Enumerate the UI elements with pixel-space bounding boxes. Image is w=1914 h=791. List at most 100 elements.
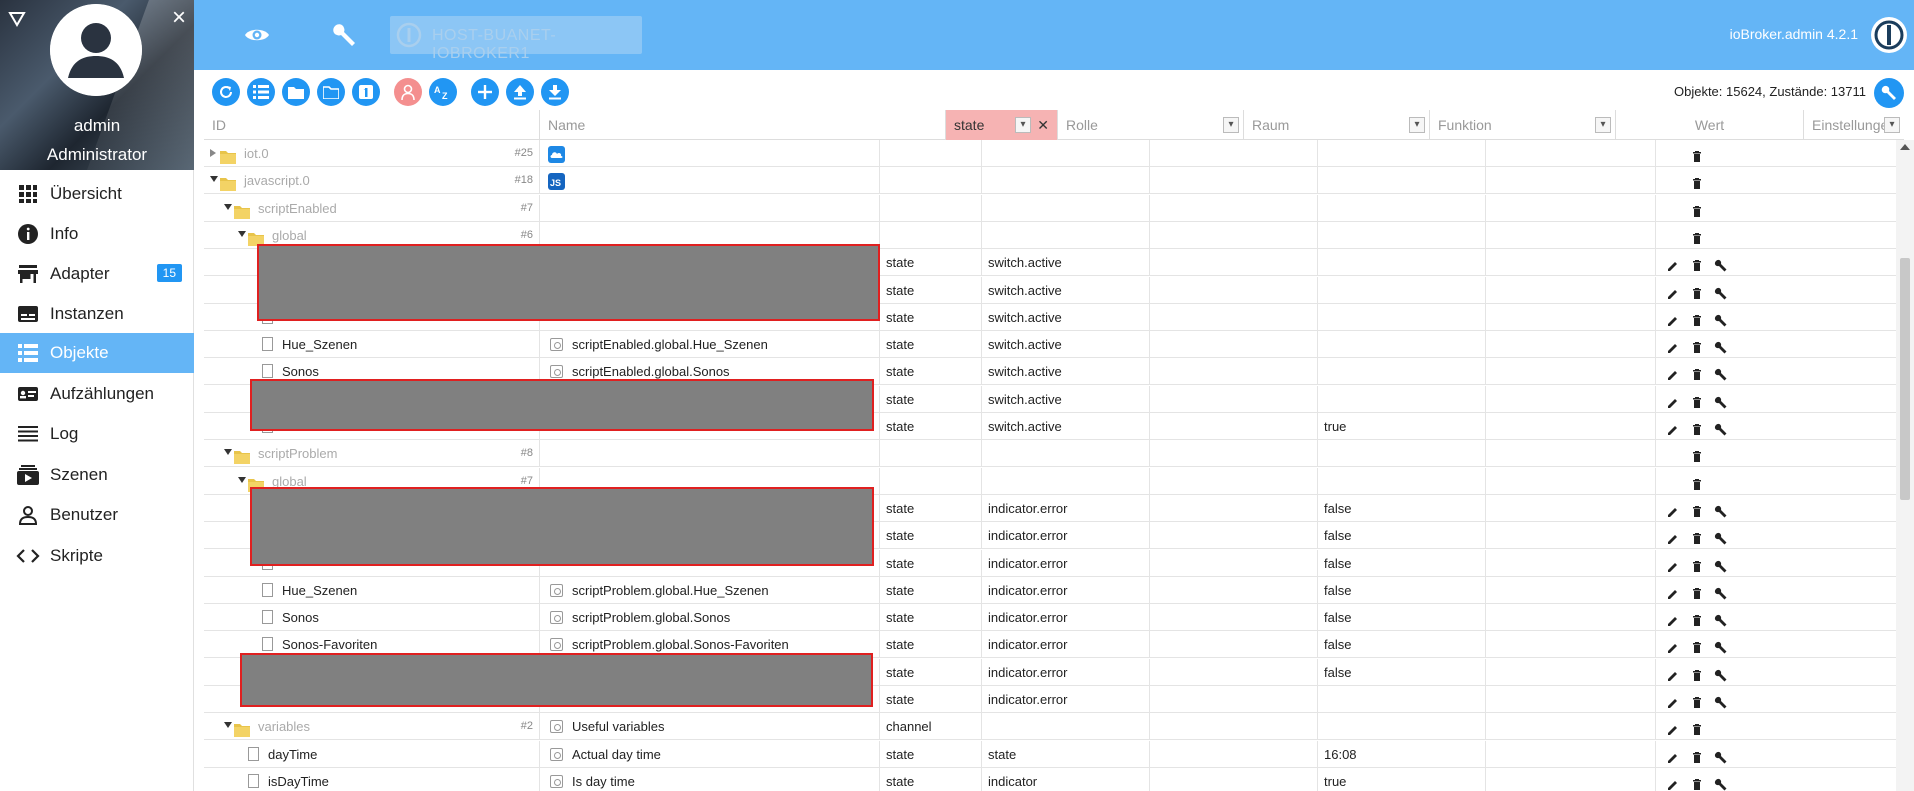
wrench-icon[interactable] (329, 20, 359, 50)
collapse-all-button[interactable] (282, 78, 310, 106)
host-selector[interactable]: HOST-BUANET-IOBROKER1 (390, 16, 642, 62)
wrench-icon[interactable] (1714, 637, 1728, 654)
edit-icon[interactable] (1666, 310, 1680, 326)
edit-icon[interactable] (1666, 501, 1680, 517)
delete-icon[interactable] (1690, 201, 1704, 217)
state-row[interactable]: dayTime Actual day time state state 16:08 (204, 740, 1896, 768)
wrench-icon[interactable] (1714, 392, 1728, 409)
nav-item-info[interactable]: Info (0, 214, 194, 254)
edit-icon[interactable] (1666, 583, 1680, 599)
delete-icon[interactable] (1690, 556, 1704, 572)
wrench-icon[interactable] (1714, 337, 1728, 354)
edit-icon[interactable] (1666, 610, 1680, 627)
wrench-icon[interactable] (1714, 556, 1728, 572)
delete-icon[interactable] (1690, 337, 1704, 354)
chevron-down-icon[interactable]: ▾ (1409, 117, 1425, 133)
nav-item-objects[interactable]: Objekte (0, 333, 194, 373)
nav-item-scripts[interactable]: Skripte (0, 536, 194, 576)
folder-row[interactable]: javascript.0 #18 JS (204, 167, 1896, 195)
function-filter-select[interactable]: Funktion ▾ (1430, 110, 1616, 140)
folder-row[interactable]: iot.0 #25 (204, 140, 1896, 167)
name-filter-input[interactable]: Name (540, 110, 946, 140)
edit-icon[interactable] (1666, 528, 1680, 545)
state-row[interactable]: Hue_Szenen scriptProblem.global.Hue_Szene… (204, 576, 1896, 604)
edit-icon[interactable] (1666, 556, 1680, 572)
delete-icon[interactable] (1690, 228, 1704, 244)
edit-icon[interactable] (1666, 665, 1680, 681)
list-view-button[interactable] (247, 78, 275, 106)
delete-icon[interactable] (1690, 637, 1704, 654)
scrollbar-thumb[interactable] (1900, 258, 1910, 500)
edit-icon[interactable] (1666, 255, 1680, 272)
edit-icon[interactable] (1666, 719, 1680, 736)
menu-toggle-icon[interactable] (8, 10, 26, 28)
delete-icon[interactable] (1690, 255, 1704, 272)
wrench-icon[interactable] (1714, 610, 1728, 627)
expand-toggle-icon[interactable] (210, 149, 216, 157)
vertical-scrollbar[interactable] (1896, 140, 1914, 791)
delete-icon[interactable] (1690, 446, 1704, 463)
download-button[interactable] (541, 78, 569, 106)
state-row[interactable]: Sonos scriptProblem.global.Sonos state indi… (204, 604, 1896, 632)
edit-icon[interactable] (1666, 747, 1680, 763)
delete-icon[interactable] (1690, 583, 1704, 599)
nav-item-users[interactable]: Benutzer (0, 495, 194, 535)
wrench-icon[interactable] (1714, 583, 1728, 600)
nav-item-instances[interactable]: Instanzen (0, 294, 194, 334)
chevron-down-icon[interactable]: ▾ (1595, 117, 1611, 133)
delete-icon[interactable] (1690, 774, 1704, 790)
delete-icon[interactable] (1690, 692, 1704, 708)
delete-icon[interactable] (1690, 719, 1704, 736)
nav-item-enums[interactable]: Aufzählungen (0, 374, 194, 414)
delete-icon[interactable] (1690, 392, 1704, 408)
expand-all-button[interactable] (317, 78, 345, 106)
edit-icon[interactable] (1666, 637, 1680, 654)
clear-filter-icon[interactable]: ✕ (1037, 110, 1049, 140)
edit-icon[interactable] (1666, 419, 1680, 435)
wrench-icon[interactable] (1714, 774, 1728, 791)
collapse-toggle-icon[interactable] (238, 476, 246, 483)
wrench-icon[interactable] (1714, 692, 1728, 709)
delete-icon[interactable] (1690, 610, 1704, 627)
wrench-icon[interactable] (1714, 283, 1728, 299)
chevron-down-icon[interactable]: ▾ (1223, 117, 1239, 133)
delete-icon[interactable] (1690, 283, 1704, 299)
room-filter-select[interactable]: Raum ▾ (1244, 110, 1430, 140)
delete-icon[interactable] (1690, 364, 1704, 381)
delete-icon[interactable] (1690, 173, 1704, 190)
collapse-toggle-icon[interactable] (210, 176, 218, 183)
wrench-icon[interactable] (1714, 310, 1728, 327)
delete-icon[interactable] (1690, 474, 1704, 490)
wrench-icon[interactable] (1714, 255, 1728, 272)
chevron-down-icon[interactable]: ▾ (1015, 117, 1031, 133)
refresh-button[interactable] (212, 78, 240, 106)
wrench-icon[interactable] (1714, 665, 1728, 682)
delete-icon[interactable] (1690, 146, 1704, 162)
edit-icon[interactable] (1666, 392, 1680, 408)
chevron-down-icon[interactable]: ▾ (1884, 117, 1900, 133)
wrench-icon[interactable] (1714, 528, 1728, 545)
edit-icon[interactable] (1666, 364, 1680, 381)
scroll-up-icon[interactable] (1900, 144, 1910, 150)
collapse-toggle-icon[interactable] (238, 230, 246, 237)
delete-icon[interactable] (1690, 665, 1704, 681)
edit-icon[interactable] (1666, 283, 1680, 299)
wrench-icon[interactable] (1714, 747, 1728, 764)
settings-button[interactable] (1874, 78, 1904, 108)
nav-item-scenes[interactable]: Szenen (0, 455, 194, 495)
state-row[interactable]: isDayTime Is day time state indicator true (204, 767, 1896, 791)
delete-icon[interactable] (1690, 501, 1704, 517)
collapse-toggle-icon[interactable] (224, 449, 232, 456)
delete-icon[interactable] (1690, 419, 1704, 435)
collapse-toggle-icon[interactable] (224, 203, 232, 210)
sort-button[interactable]: AZ (429, 78, 457, 106)
folder-row[interactable]: scriptEnabled #7 (204, 194, 1896, 222)
collapse-toggle-icon[interactable] (224, 722, 232, 729)
edit-icon[interactable] (1666, 692, 1680, 708)
state-row[interactable]: Hue_Szenen scriptEnabled.global.Hue_Szene… (204, 331, 1896, 359)
type-filter-select[interactable]: state ▾ ✕ (946, 110, 1058, 140)
role-filter-select[interactable]: Rolle ▾ (1058, 110, 1244, 140)
delete-icon[interactable] (1690, 310, 1704, 326)
folder-row[interactable]: scriptProblem #8 (204, 440, 1896, 468)
edit-icon[interactable] (1666, 774, 1680, 790)
